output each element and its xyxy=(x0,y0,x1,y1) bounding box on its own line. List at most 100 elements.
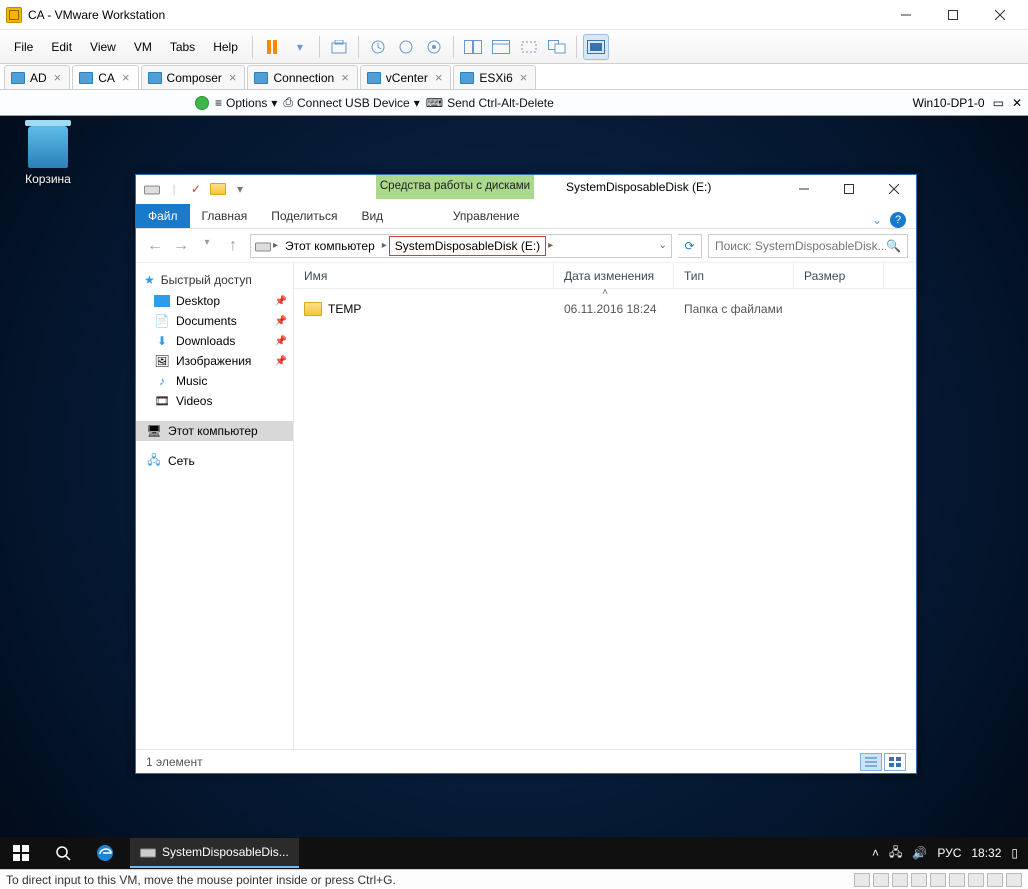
nav-recent-icon[interactable]: ▾ xyxy=(196,237,218,255)
recycle-bin[interactable]: Корзина xyxy=(18,126,78,186)
device-icon[interactable] xyxy=(1006,873,1022,887)
chevron-right-icon[interactable]: ▸ xyxy=(273,240,278,251)
device-icon[interactable] xyxy=(892,873,908,887)
menu-help[interactable]: Help xyxy=(205,36,246,58)
minimize-button[interactable] xyxy=(883,1,928,29)
close-icon[interactable]: × xyxy=(227,70,239,85)
search-input[interactable] xyxy=(715,239,886,253)
tray-expand-icon[interactable]: ˄ xyxy=(872,846,879,860)
menu-tabs[interactable]: Tabs xyxy=(162,36,203,58)
sidebar-item-downloads[interactable]: ⬇Downloads📌 xyxy=(136,331,293,351)
close-icon[interactable]: × xyxy=(52,70,64,85)
sidebar-item-network[interactable]: 🖧Сеть xyxy=(136,451,293,471)
pause-icon[interactable] xyxy=(259,34,285,60)
sidebar-item-pictures[interactable]: 🖼Изображения📌 xyxy=(136,351,293,371)
search-box[interactable]: 🔍 xyxy=(708,234,908,258)
new-folder-icon[interactable] xyxy=(208,178,228,200)
search-icon[interactable]: 🔍 xyxy=(886,239,901,253)
tab-connection[interactable]: Connection× xyxy=(247,65,357,89)
device-icon[interactable] xyxy=(987,873,1003,887)
restore-icon[interactable]: ▭ xyxy=(993,96,1004,110)
qa-dropdown-icon[interactable]: ▾ xyxy=(230,178,250,200)
maximize-button[interactable] xyxy=(826,175,871,203)
ribbon-home[interactable]: Главная xyxy=(190,204,260,228)
help-icon[interactable]: ? xyxy=(890,212,906,228)
tab-composer[interactable]: Composer× xyxy=(141,65,246,89)
nav-back-icon[interactable]: ← xyxy=(144,237,166,255)
sidebar-item-music[interactable]: ♪Music xyxy=(136,371,293,391)
send-cad-button[interactable]: ⌨Send Ctrl-Alt-Delete xyxy=(426,96,554,110)
ribbon-view[interactable]: Вид xyxy=(349,204,395,228)
console-view-icon[interactable] xyxy=(488,34,514,60)
tab-ad[interactable]: AD× xyxy=(4,65,70,89)
column-date[interactable]: Дата изменения xyxy=(554,263,674,288)
taskbar-app-explorer[interactable]: SystemDisposableDis... xyxy=(130,838,299,868)
clock[interactable]: 18:32 xyxy=(971,846,1001,860)
column-size[interactable]: Размер xyxy=(794,263,884,288)
options-menu[interactable]: ≡Options ▾ xyxy=(215,96,277,110)
ribbon-manage[interactable]: Управление xyxy=(407,204,565,228)
network-icon[interactable]: 🖧 xyxy=(889,843,902,864)
file-row[interactable]: TEMP 06.11.2016 18:24 Папка с файлами xyxy=(294,297,916,321)
nav-up-icon[interactable]: ↑ xyxy=(222,237,244,255)
close-icon[interactable]: × xyxy=(433,70,445,85)
view-large-icon[interactable] xyxy=(884,753,906,771)
volume-icon[interactable]: 🔊 xyxy=(912,846,927,860)
close-button[interactable] xyxy=(871,175,916,203)
revert-icon[interactable] xyxy=(365,34,391,60)
refresh-icon[interactable]: ⟳ xyxy=(678,234,702,258)
column-name[interactable]: Имя xyxy=(294,263,554,288)
close-icon[interactable]: × xyxy=(518,70,530,85)
sidebar-item-documents[interactable]: 📄Documents📌 xyxy=(136,311,293,331)
sidebar-item-this-pc[interactable]: 🖥Этот компьютер xyxy=(136,421,293,441)
properties-icon[interactable]: ✓ xyxy=(186,178,206,200)
menu-view[interactable]: View xyxy=(82,36,124,58)
snapshot-manager-icon[interactable] xyxy=(421,34,447,60)
stretch-icon[interactable] xyxy=(516,34,542,60)
device-icon[interactable] xyxy=(873,873,889,887)
menu-edit[interactable]: Edit xyxy=(43,36,80,58)
power-on-icon[interactable] xyxy=(195,96,209,110)
snapshot-take-icon[interactable] xyxy=(393,34,419,60)
device-icon[interactable] xyxy=(930,873,946,887)
tab-vcenter[interactable]: vCenter× xyxy=(360,65,452,89)
chevron-right-icon[interactable]: ▸ xyxy=(548,240,553,251)
search-icon[interactable] xyxy=(42,837,84,869)
ribbon-file[interactable]: Файл xyxy=(136,204,190,228)
breadcrumb-dropdown-icon[interactable]: ⌄ xyxy=(659,240,667,251)
ribbon-share[interactable]: Поделиться xyxy=(259,204,349,228)
device-icon[interactable] xyxy=(968,873,984,887)
toolbar-dropdown-icon[interactable]: ▾ xyxy=(287,34,313,60)
tab-ca[interactable]: CA× xyxy=(72,65,138,89)
close-icon[interactable]: × xyxy=(120,70,132,85)
explorer-titlebar[interactable]: | ✓ ▾ Средства работы с дисками SystemDi… xyxy=(136,175,916,203)
breadcrumb-root[interactable]: Этот компьютер xyxy=(280,237,380,255)
language-indicator[interactable]: РУС xyxy=(937,846,961,860)
edge-icon[interactable] xyxy=(84,837,126,869)
device-icon[interactable] xyxy=(854,873,870,887)
vm-desktop[interactable]: Корзина | ✓ ▾ Средства работы с дисками … xyxy=(0,116,1028,869)
maximize-button[interactable] xyxy=(930,1,975,29)
sidebar-item-videos[interactable]: 🎞Videos xyxy=(136,391,293,411)
snapshot-icon[interactable] xyxy=(326,34,352,60)
detach-close-icon[interactable]: ✕ xyxy=(1012,96,1022,110)
sidebar-quick-access[interactable]: ★Быстрый доступ xyxy=(136,269,293,291)
device-icon[interactable] xyxy=(949,873,965,887)
chevron-right-icon[interactable]: ▸ xyxy=(382,240,387,251)
device-icon[interactable] xyxy=(911,873,927,887)
close-button[interactable] xyxy=(977,1,1022,29)
unity-icon[interactable] xyxy=(544,34,570,60)
ribbon-expand-icon[interactable]: ⌄ xyxy=(872,213,882,227)
action-center-icon[interactable]: ▯ xyxy=(1011,846,1018,860)
menu-vm[interactable]: VM xyxy=(126,36,160,58)
sidebar-item-desktop[interactable]: Desktop📌 xyxy=(136,291,293,311)
start-button[interactable] xyxy=(0,837,42,869)
column-type[interactable]: Тип xyxy=(674,263,794,288)
tab-esxi6[interactable]: ESXi6× xyxy=(453,65,536,89)
breadcrumb-drive[interactable]: SystemDisposableDisk (E:) xyxy=(389,236,546,256)
breadcrumb[interactable]: ▸ Этот компьютер ▸ SystemDisposableDisk … xyxy=(250,234,672,258)
fit-guest-icon[interactable] xyxy=(460,34,486,60)
view-details-icon[interactable] xyxy=(860,753,882,771)
menu-file[interactable]: File xyxy=(6,36,41,58)
minimize-button[interactable] xyxy=(781,175,826,203)
